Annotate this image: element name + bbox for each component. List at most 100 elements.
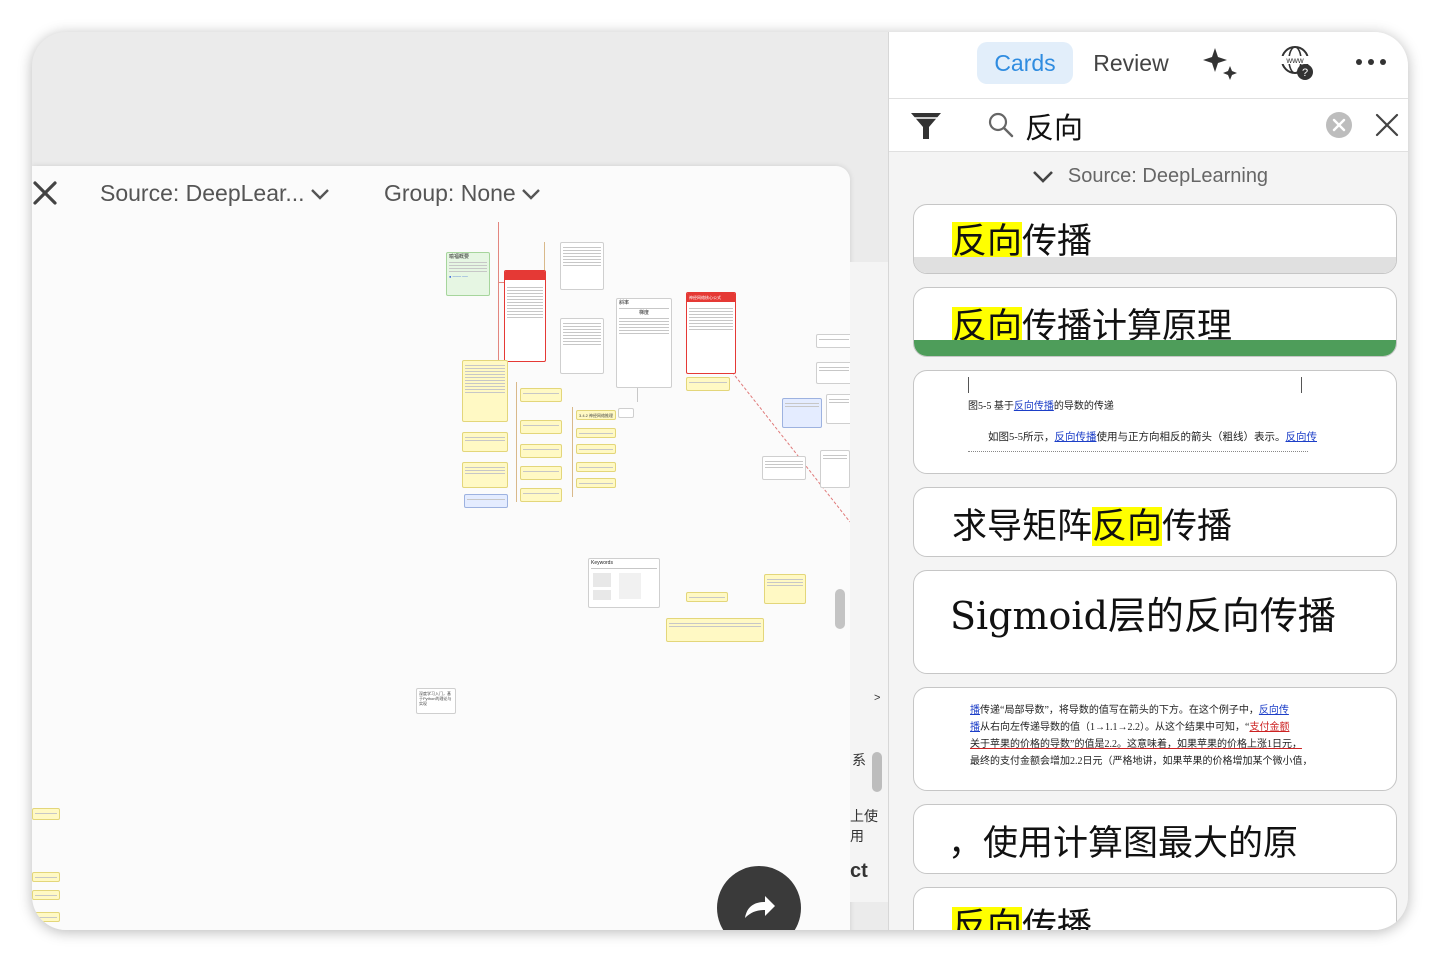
search-result-card[interactable]: Sigmoid层的反向传播 xyxy=(913,570,1397,674)
web-help-icon[interactable]: www ? xyxy=(1277,44,1317,84)
card-status-band xyxy=(914,257,1396,273)
mindmap-node[interactable] xyxy=(666,618,764,642)
card-title: 反向传播 xyxy=(952,898,1092,930)
mindmap-node[interactable] xyxy=(686,592,728,602)
mindmap-panel: Source: DeepLear... Group: None 喻福概要 ● ─… xyxy=(32,166,850,930)
mindmap-node[interactable] xyxy=(576,428,616,438)
card-title: 求导矩阵反向传播 xyxy=(952,507,1233,546)
card-scan-text: 播传递“局部导数”，将导数的值写在箭头的下方。在这个例子中，反向传 播从右向左传… xyxy=(970,705,1313,767)
mindmap-node[interactable] xyxy=(464,494,508,508)
source-group-header[interactable]: Source: DeepLearning xyxy=(889,152,1408,200)
mindmap-node[interactable] xyxy=(576,462,616,472)
card-scan-caption: 图5-5 基于反向传播的导数的传递 xyxy=(968,401,1114,412)
mindmap-node[interactable] xyxy=(618,408,634,418)
mindmap-node[interactable]: 神经网络核心公式 xyxy=(686,292,736,374)
mindmap-node[interactable] xyxy=(504,270,546,362)
mindmap-node[interactable] xyxy=(762,456,806,480)
mindmap-node[interactable] xyxy=(462,462,508,488)
mindmap-node[interactable] xyxy=(520,388,562,402)
mindmap-canvas[interactable]: 喻福概要 ● ─── ── 斜率 梯度 神经网络核心公式 3.4.2 神经网络推… xyxy=(32,222,850,930)
search-result-card[interactable]: 播传递“局部导数”，将导数的值写在箭头的下方。在这个例子中，反向传 播从右向左传… xyxy=(913,687,1397,791)
mindmap-node[interactable] xyxy=(520,420,562,434)
app-window: Source: DeepLear... Group: None 喻福概要 ● ─… xyxy=(32,32,1408,930)
node-title: Keywords xyxy=(591,560,613,566)
node-title: 神经网络核心公式 xyxy=(689,295,721,300)
mindmap-node[interactable] xyxy=(782,398,822,428)
chevron-down-icon xyxy=(521,188,540,200)
mindmap-node[interactable] xyxy=(32,890,60,900)
mindmap-node[interactable]: 深度学习入门，基于Python的理论与实现 xyxy=(416,688,456,714)
node-title: 喻福概要 xyxy=(449,254,470,260)
card-title: ，使用计算图最大的原 xyxy=(948,824,1299,863)
node-title: 斜率 xyxy=(619,300,630,306)
search-highlight: 反向 xyxy=(952,907,1023,930)
source-header-label: Source: DeepLearning xyxy=(1067,164,1269,187)
mindmap-node[interactable] xyxy=(816,334,850,348)
tab-review[interactable]: Review xyxy=(1083,42,1179,84)
source-dropdown[interactable]: Source: DeepLear... xyxy=(100,180,331,207)
mindmap-node[interactable] xyxy=(520,466,562,480)
mindmap-node[interactable]: Keywords xyxy=(588,558,660,608)
node-subtitle: 梯度 xyxy=(638,310,649,316)
mindmap-node[interactable] xyxy=(576,444,616,454)
search-icon xyxy=(988,112,1014,138)
mindmap-node[interactable] xyxy=(560,242,604,290)
mindmap-connector xyxy=(572,407,573,497)
peek-scrollbar xyxy=(872,752,882,792)
chevron-down-icon xyxy=(1033,171,1053,183)
mindmap-node[interactable]: 喻福概要 ● ─── ── xyxy=(446,252,490,296)
mindmap-node[interactable] xyxy=(560,318,604,374)
mindmap-node[interactable] xyxy=(32,872,60,882)
share-arrow-icon xyxy=(745,896,775,918)
mindmap-node[interactable] xyxy=(462,432,508,452)
svg-text:?: ? xyxy=(1302,67,1308,79)
peek-text: ct xyxy=(850,860,868,882)
mindmap-node[interactable]: 斜率 梯度 xyxy=(616,298,672,388)
filter-icon[interactable] xyxy=(909,109,943,143)
peek-text: 系 xyxy=(852,752,866,768)
cards-panel: Cards Review www ? 反向 Source: DeepLearni… xyxy=(888,32,1408,930)
mindmap-node[interactable] xyxy=(764,574,806,604)
background-page-peek: > 系 上使用 ct xyxy=(850,262,888,902)
card-scan-text: 如图5-5所示，反向传播使用与正方向相反的箭头（粗线）表示。反向传 xyxy=(988,432,1317,443)
node-title: 深度学习入门，基于Python的理论与实现 xyxy=(419,691,452,706)
search-highlight: 反向 xyxy=(1092,507,1163,546)
vertical-scrollbar[interactable] xyxy=(835,589,845,629)
close-icon[interactable] xyxy=(1375,113,1399,137)
chevron-down-icon xyxy=(310,188,329,200)
search-result-card[interactable]: ，使用计算图最大的原 xyxy=(913,804,1397,874)
mindmap-node[interactable] xyxy=(520,488,562,502)
search-bar: 反向 xyxy=(889,99,1408,152)
search-result-card[interactable]: 反向传播 xyxy=(913,204,1397,274)
peek-text: 上使用 xyxy=(850,808,878,844)
node-title: 3.4.2 神经网络推理 xyxy=(579,413,614,418)
chevron-right-icon[interactable]: > xyxy=(874,692,880,704)
close-icon[interactable] xyxy=(32,180,58,206)
mindmap-node[interactable] xyxy=(826,394,850,424)
mindmap-node[interactable]: 3.4.2 神经网络推理 xyxy=(576,410,616,420)
source-dropdown-label: Source: DeepLear... xyxy=(100,180,305,206)
search-result-card[interactable]: 求导矩阵反向传播 xyxy=(913,487,1397,557)
mindmap-node[interactable] xyxy=(686,377,730,391)
mindmap-node[interactable] xyxy=(32,808,60,820)
tab-cards[interactable]: Cards xyxy=(977,42,1073,84)
search-result-card[interactable]: 反向传播计算原理 xyxy=(913,287,1397,357)
mindmap-node[interactable] xyxy=(32,912,60,922)
mindmap-connector xyxy=(516,382,517,502)
search-result-card[interactable]: 反向传播 xyxy=(913,887,1397,930)
more-options-icon[interactable] xyxy=(1351,44,1391,84)
clear-search-icon[interactable] xyxy=(1325,111,1353,139)
mindmap-node[interactable] xyxy=(820,450,850,488)
card-title: Sigmoid层的反向传播 xyxy=(950,594,1336,638)
search-highlight: 反向 xyxy=(952,222,1023,261)
sparkle-icon[interactable] xyxy=(1201,44,1241,84)
group-dropdown[interactable]: Group: None xyxy=(384,180,542,207)
svg-text:www: www xyxy=(1285,56,1304,65)
search-result-card[interactable]: 图5-5 基于反向传播的导数的传递 如图5-5所示，反向传播使用与正方向相反的箭… xyxy=(913,370,1397,474)
mindmap-node[interactable] xyxy=(462,360,508,422)
mindmap-node[interactable] xyxy=(576,478,616,488)
search-input[interactable]: 反向 xyxy=(1025,105,1083,147)
group-dropdown-label: Group: None xyxy=(384,180,516,206)
mindmap-node[interactable] xyxy=(520,444,562,458)
mindmap-node[interactable] xyxy=(816,362,850,384)
